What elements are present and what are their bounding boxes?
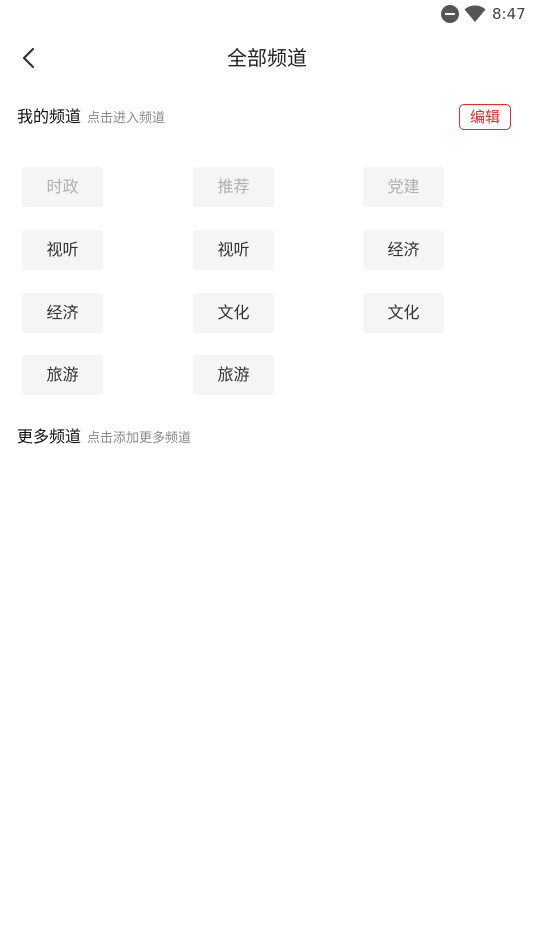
more-channels-title: 更多频道	[17, 427, 82, 446]
channel-chip-shiting[interactable]: 视听	[193, 230, 274, 270]
channel-manager-page: 8:47 全部频道 我的频道 点击进入频道 编辑 时政 推荐 党建 视听 视听 经…	[0, 0, 534, 949]
my-channels-hint: 点击进入频道	[87, 111, 166, 126]
page-title: 全部频道	[227, 46, 307, 70]
channel-chip-shizheng[interactable]: 时政	[22, 167, 103, 207]
edit-button[interactable]: 编辑	[459, 104, 511, 130]
status-bar: 8:47	[0, 0, 534, 28]
more-channels-hint: 点击添加更多频道	[87, 431, 192, 446]
wifi-icon	[464, 5, 486, 22]
channel-chip-shiting[interactable]: 视听	[22, 230, 103, 270]
channel-chip-jingji[interactable]: 经济	[363, 230, 444, 270]
my-channels-title: 我的频道	[17, 107, 82, 126]
channel-chip-wenhua[interactable]: 文化	[363, 293, 444, 333]
channel-chip-dangjian[interactable]: 党建	[363, 167, 444, 207]
status-time: 8:47	[492, 5, 526, 23]
channel-chip-wenhua[interactable]: 文化	[193, 293, 274, 333]
do-not-disturb-icon	[441, 5, 459, 23]
channel-chip-tuijian[interactable]: 推荐	[193, 167, 274, 207]
channel-chip-jingji[interactable]: 经济	[22, 293, 103, 333]
more-channels-header: 更多频道 点击添加更多频道	[17, 425, 191, 449]
channel-chip-lvyou[interactable]: 旅游	[193, 355, 274, 395]
top-app-bar: 全部频道	[0, 36, 534, 80]
channel-chip-lvyou[interactable]: 旅游	[22, 355, 103, 395]
my-channels-header: 我的频道 点击进入频道	[17, 105, 165, 129]
